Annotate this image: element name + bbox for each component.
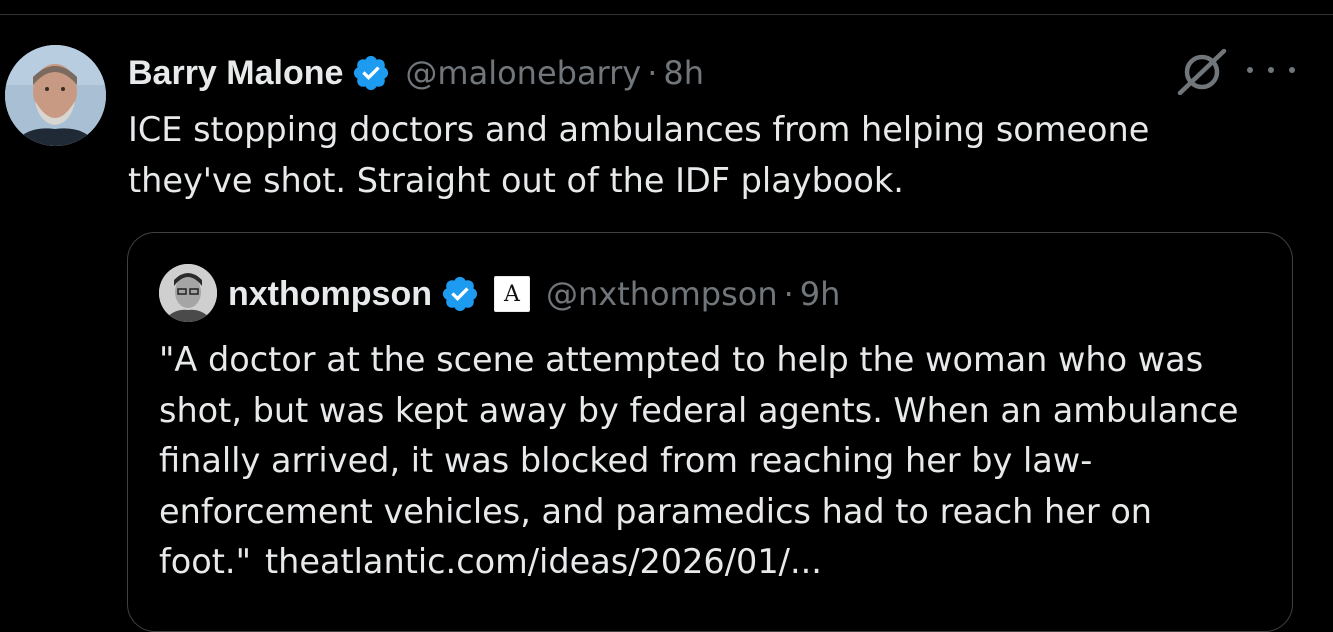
author-avatar[interactable] [5, 45, 106, 146]
tweet-text-line: they've shot. Straight out of the IDF pl… [128, 161, 904, 200]
verified-badge-icon[interactable] [351, 53, 391, 93]
quoted-tweet-header: nxthompson A @nxthompson · 9h [228, 272, 840, 316]
tweet-text-line: ICE stopping doctors and ambulances from… [128, 110, 1150, 149]
quoted-verified-badge-icon[interactable] [440, 274, 480, 314]
quoted-text-line: "A doctor at the scene attempted to help… [159, 340, 1204, 379]
quoted-text-line: shot, but was kept away by federal agent… [159, 390, 1239, 430]
quoted-text-line: finally arrived, it was blocked from rea… [159, 441, 1093, 480]
grok-icon[interactable] [1176, 48, 1228, 96]
quoted-text-line: foot." [159, 542, 251, 581]
quoted-author-display-name[interactable]: nxthompson [228, 275, 432, 314]
article-link[interactable]: theatlantic.com/ideas/2026/01/... [265, 542, 822, 581]
quoted-text-line: enforcement vehicles, and paramedics had… [159, 491, 1153, 531]
more-dot-icon [1247, 67, 1253, 73]
quoted-author-handle[interactable]: @nxthompson [546, 275, 778, 313]
tweet-header: Barry Malone @malonebarry · 8h [128, 52, 704, 94]
more-dot-icon [1289, 67, 1295, 73]
tweet-timestamp[interactable]: 8h [663, 54, 704, 92]
top-divider [0, 14, 1333, 15]
more-options-icon[interactable] [1247, 55, 1295, 85]
quoted-separator-dot: · [783, 275, 794, 313]
author-display-name[interactable]: Barry Malone [128, 54, 343, 93]
more-dot-icon [1268, 67, 1274, 73]
separator-dot: · [647, 54, 658, 92]
quoted-text-last-line: foot." theatlantic.com/ideas/2026/01/... [159, 537, 1269, 588]
author-handle[interactable]: @malonebarry [405, 54, 641, 92]
affiliation-badge[interactable]: A [493, 276, 530, 312]
quoted-author-avatar[interactable] [159, 264, 217, 322]
quoted-tweet-timestamp[interactable]: 9h [800, 275, 841, 313]
quoted-tweet-text: "A doctor at the scene attempted to help… [159, 335, 1269, 588]
tweet-text: ICE stopping doctors and ambulances from… [128, 104, 1248, 206]
